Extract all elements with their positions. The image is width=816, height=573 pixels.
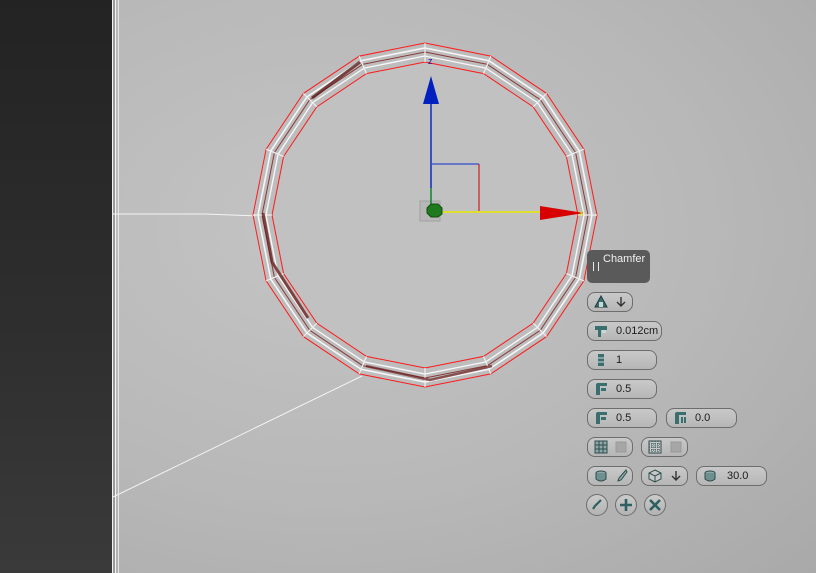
ok-button[interactable] (586, 494, 608, 516)
chamfer-type-field[interactable] (587, 292, 633, 312)
dotted-grid-icon (648, 440, 662, 454)
svg-text:x: x (579, 208, 584, 218)
amount-icon (595, 326, 607, 337)
checkbox-icon (670, 441, 682, 453)
inset-field[interactable]: 0.0 (666, 408, 737, 428)
plus-icon (620, 499, 632, 511)
smooth-type-field[interactable] (641, 466, 688, 486)
pivot-icon (426, 203, 443, 218)
depth-value: 0.5 (616, 412, 632, 424)
smooth-toggle[interactable] (587, 466, 633, 486)
amount-value: 0.012cm (616, 325, 659, 337)
cancel-button[interactable] (644, 494, 666, 516)
chamfer-caddy-title[interactable]: Chamfer (587, 250, 650, 283)
depth-icon (596, 412, 607, 424)
segments-value: 1 (616, 354, 623, 366)
grid-icon (594, 440, 608, 454)
tension-icon (596, 383, 607, 395)
viewport[interactable]: z x (0, 0, 816, 573)
cylinder-icon (595, 470, 607, 482)
depth-field[interactable]: 0.5 (587, 408, 657, 428)
tension-value: 0.5 (616, 383, 632, 395)
tension-field[interactable]: 0.5 (587, 379, 657, 399)
smooth-threshold-icon (704, 470, 716, 482)
caddy-title-text: Chamfer (603, 253, 646, 265)
amount-field[interactable]: 0.012cm (587, 321, 662, 341)
arrow-down-icon (671, 471, 681, 481)
svg-text:z: z (428, 56, 433, 66)
smooth-threshold-field[interactable]: 30.0 (696, 466, 767, 486)
checkmark-icon (592, 499, 602, 510)
end-bias-toggle[interactable] (587, 437, 633, 457)
inset-icon (675, 412, 686, 424)
cube-icon (648, 469, 662, 483)
x-icon (649, 499, 661, 511)
arrow-down-icon (616, 297, 626, 307)
chamfer-type-icon (594, 295, 608, 308)
inset-value: 0.0 (695, 412, 711, 424)
apply-button[interactable] (615, 494, 637, 516)
drag-grip-icon[interactable] (593, 262, 599, 271)
radial-bias-toggle[interactable] (641, 437, 688, 457)
smooth-threshold-value: 30.0 (727, 470, 749, 482)
checkbox-icon (615, 441, 627, 453)
segments-field[interactable]: 1 (587, 350, 657, 370)
brush-icon (617, 469, 628, 482)
segments-icon (598, 354, 604, 366)
